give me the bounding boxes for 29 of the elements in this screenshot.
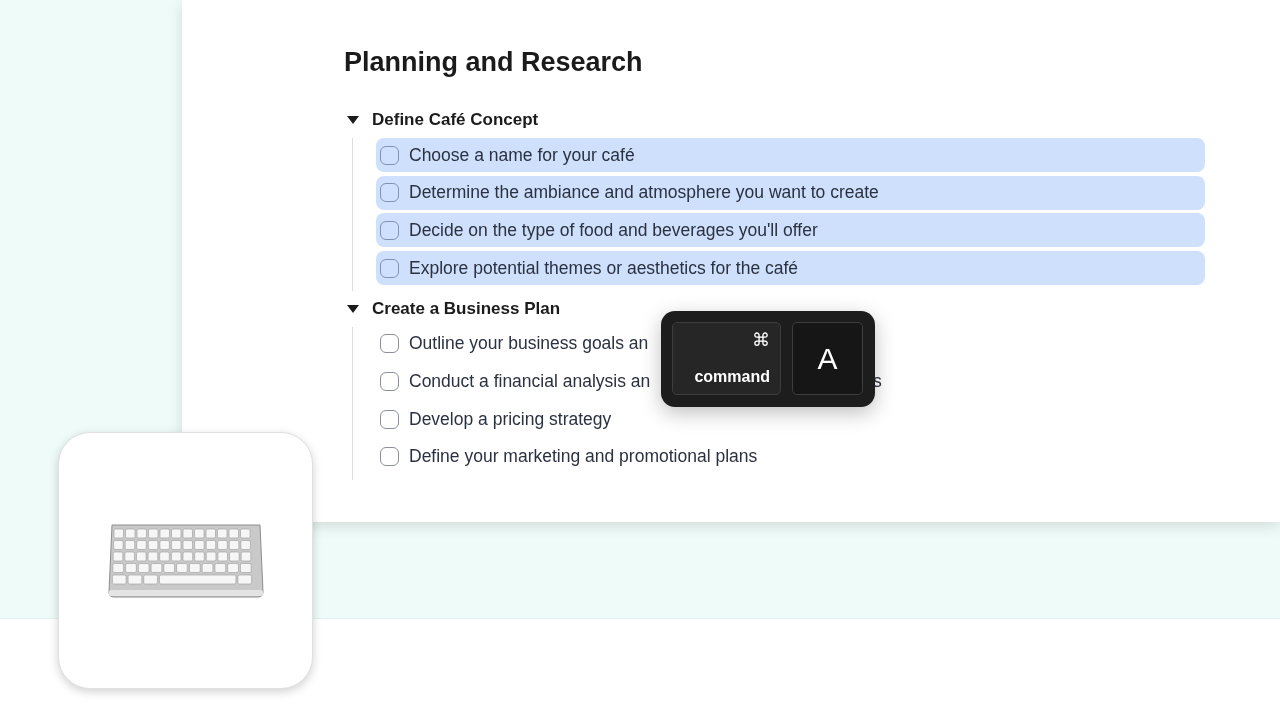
task-text: Outline your business goals an <box>409 333 649 355</box>
toggle-heading: Define Café Concept <box>372 110 539 130</box>
checkbox[interactable] <box>380 183 399 203</box>
checkbox[interactable] <box>380 258 399 278</box>
command-symbol: ⌘ <box>752 329 770 351</box>
task-text: Develop a pricing strategy <box>409 408 612 430</box>
task-row[interactable]: Choose a name for your café <box>376 138 1205 172</box>
checkbox[interactable] <box>380 334 399 354</box>
checkbox[interactable] <box>380 447 399 467</box>
task-text: Decide on the type of food and beverages you'll offer <box>409 219 818 241</box>
task-row[interactable]: Determine the ambiance and atmosphere you want to create <box>376 175 1205 210</box>
task-text: Determine the ambiance and atmosphere you want to create <box>409 182 879 204</box>
section-heading: Planning and Research <box>344 46 644 79</box>
task-text: Define your marketing and promotional plans <box>409 446 758 468</box>
checkbox[interactable] <box>380 409 399 429</box>
key-label: command <box>694 368 770 386</box>
keyboard-icon <box>105 521 266 600</box>
task-row[interactable]: Explore potential themes or aesthetics for the café <box>376 251 1205 286</box>
checkbox[interactable] <box>380 371 399 391</box>
disclosure-triangle-icon[interactable] <box>347 115 359 125</box>
letter-key: A <box>792 322 863 395</box>
task-text: Explore potential themes or aesthetics for the café <box>409 257 799 279</box>
disclosure-triangle-icon[interactable] <box>347 303 359 314</box>
task-text: Conduct a financial analysis an <box>409 370 651 392</box>
task-text: Choose a name for your café <box>409 144 635 166</box>
checkbox[interactable] <box>380 220 399 240</box>
checkbox[interactable] <box>380 145 399 165</box>
toggle-heading: Create a Business Plan <box>372 298 561 319</box>
task-row[interactable]: Decide on the type of food and beverages you'll offer <box>376 213 1205 248</box>
